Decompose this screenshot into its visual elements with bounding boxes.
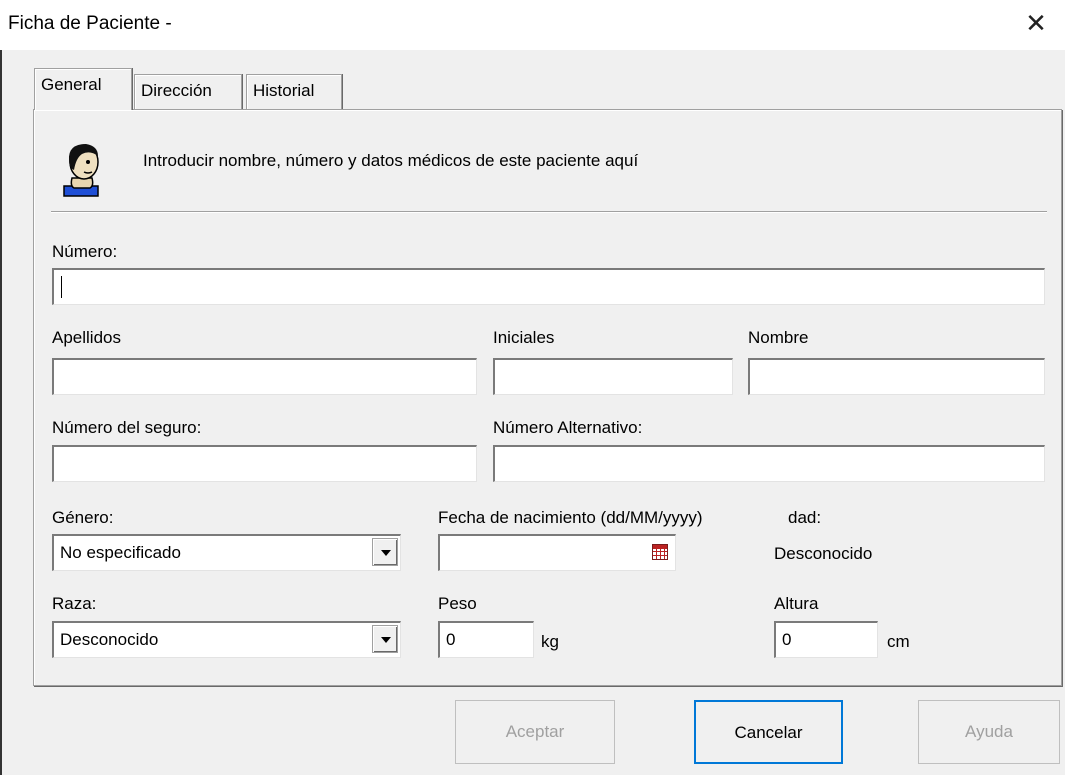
- window-edge: [0, 0, 2, 775]
- altura-unit: cm: [887, 632, 910, 651]
- edad-label: dad:: [788, 508, 822, 527]
- peso-label: Peso: [438, 594, 477, 613]
- chevron-down-icon[interactable]: [372, 538, 398, 566]
- ayuda-button[interactable]: Ayuda: [918, 700, 1060, 764]
- tab-general[interactable]: General: [34, 68, 132, 110]
- iniciales-input[interactable]: [493, 358, 733, 395]
- alternativo-label: Número Alternativo:: [493, 418, 643, 437]
- cancelar-button[interactable]: Cancelar: [694, 700, 843, 764]
- altura-label: Altura: [774, 594, 819, 613]
- apellidos-label: Apellidos: [52, 328, 121, 347]
- edad-value: Desconocido: [774, 544, 873, 563]
- patient-dialog: Ficha de Paciente - ✕ General Dirección …: [0, 0, 1065, 775]
- patient-icon: [63, 144, 99, 197]
- tab-direccion[interactable]: Dirección: [134, 74, 242, 110]
- tab-historial[interactable]: Historial: [246, 74, 342, 110]
- genero-value: No especificado: [60, 543, 181, 562]
- nombre-input[interactable]: [748, 358, 1045, 395]
- nombre-label: Nombre: [748, 328, 809, 347]
- altura-input[interactable]: 0: [774, 621, 878, 658]
- peso-input[interactable]: 0: [438, 621, 534, 658]
- altura-value: 0: [782, 630, 792, 649]
- tab-direccion-label: Dirección: [141, 81, 212, 100]
- seguro-label: Número del seguro:: [52, 418, 202, 437]
- numero-label: Número:: [52, 242, 118, 261]
- genero-select[interactable]: No especificado: [52, 534, 401, 571]
- raza-value: Desconocido: [60, 630, 159, 649]
- tab-historial-label: Historial: [253, 81, 315, 100]
- intro-text: Introducir nombre, número y datos médico…: [143, 151, 639, 170]
- iniciales-label: Iniciales: [493, 328, 555, 347]
- separator: [51, 211, 1047, 213]
- text-cursor: [61, 276, 62, 298]
- alternativo-input[interactable]: [493, 445, 1045, 482]
- peso-unit: kg: [541, 632, 559, 651]
- calendar-icon[interactable]: [652, 544, 668, 560]
- fecha-label: Fecha de nacimiento (dd/MM/yyyy): [438, 508, 703, 527]
- title-bar: Ficha de Paciente - ✕: [0, 0, 1065, 50]
- window-title: Ficha de Paciente -: [8, 13, 172, 34]
- peso-value: 0: [446, 630, 456, 649]
- genero-label: Género:: [52, 508, 114, 527]
- chevron-down-icon[interactable]: [372, 625, 398, 653]
- aceptar-button[interactable]: Aceptar: [455, 700, 615, 764]
- close-icon[interactable]: ✕: [1021, 8, 1051, 38]
- fecha-input[interactable]: [438, 534, 676, 571]
- raza-label: Raza:: [52, 594, 97, 613]
- general-panel: [33, 109, 1062, 686]
- tab-general-label: General: [41, 75, 102, 94]
- numero-input[interactable]: [52, 268, 1045, 305]
- apellidos-input[interactable]: [52, 358, 477, 395]
- raza-select[interactable]: Desconocido: [52, 621, 401, 658]
- seguro-input[interactable]: [52, 445, 477, 482]
